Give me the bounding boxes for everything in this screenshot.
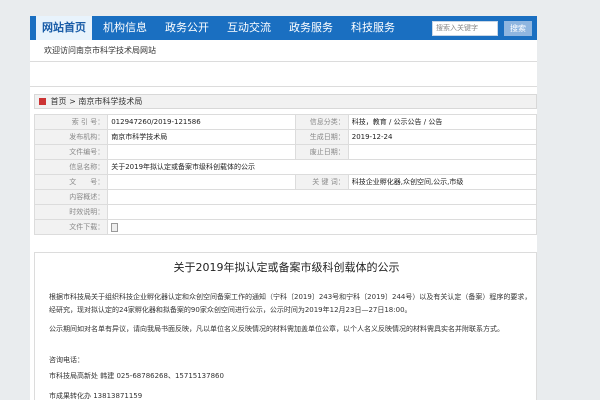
nav-tab-interaction[interactable]: 互动交流: [220, 16, 278, 40]
keywords-value: 科技企业孵化器,众创空间,公示,市级: [347, 174, 538, 190]
docno-label: 文件编号：: [33, 144, 109, 160]
table-row: 内容概述：: [33, 189, 537, 205]
breadcrumb: 首页 > 南京市科学技术局: [34, 94, 537, 109]
divider: [30, 61, 537, 62]
table-row: 发布机构： 南京市科学技术局 生成日期： 2019-12-24: [33, 129, 538, 145]
text-value: [107, 174, 297, 190]
contact-label: 咨询电话：: [49, 356, 84, 364]
main-nav: 网站首页 机构信息 政务公开 互动交流 政务服务 科技服务 搜索入关键字 搜索: [30, 16, 537, 40]
name-label: 信息名称：: [33, 159, 109, 175]
docno-value: [107, 144, 297, 160]
nav-tab-gov-services[interactable]: 政务服务: [282, 16, 340, 40]
validity-label: 时效说明：: [33, 204, 109, 220]
nav-tab-org-info[interactable]: 机构信息: [96, 16, 154, 40]
download-cell: [107, 219, 537, 235]
summary-value: [107, 189, 537, 205]
table-row: 文件编号： 废止日期：: [33, 144, 538, 160]
table-row: 文件下载：: [33, 219, 537, 235]
contact-line: 市成果转化办 13813871159: [49, 392, 143, 400]
category-value: 科技，教育 / 公示公告 / 公告: [347, 114, 538, 130]
article-body: 关于2019年拟认定或备案市级科创载体的公示 根据市科技局关于组织科技企业孵化器…: [34, 252, 537, 400]
name-value: 关于2019年拟认定或备案市级科创载体的公示: [107, 159, 537, 175]
search-input[interactable]: 搜索入关键字: [432, 21, 498, 36]
nav-tab-gov-affairs[interactable]: 政务公开: [158, 16, 216, 40]
document-info-table: 索 引 号： 012947260/2019-121586 信息分类： 科技，教育…: [33, 114, 538, 235]
article-paragraph: 公示期间如对名单有异议，请向我局书面反映，凡以单位名义反映情况的材料需加盖单位公…: [49, 325, 504, 333]
download-label: 文件下载：: [33, 219, 109, 235]
divider: [30, 86, 537, 87]
article-paragraph: 根据市科技局关于组织科技企业孵化器认定和众创空间备案工作的通知（宁科〔2019〕…: [49, 293, 532, 314]
nav-tab-home[interactable]: 网站首页: [36, 16, 92, 40]
page: 网站首页 机构信息 政务公开 互动交流 政务服务 科技服务 搜索入关键字 搜索 …: [30, 16, 538, 400]
welcome-text: 欢迎访问南京市科学技术局网站: [44, 46, 156, 55]
publisher-label: 发布机构：: [33, 129, 109, 145]
breadcrumb-current[interactable]: 南京市科学技术局: [78, 97, 142, 106]
keywords-label: 关 键 词：: [295, 174, 349, 190]
expire-value: [347, 144, 538, 160]
date-label: 生成日期：: [295, 129, 349, 145]
contact-line: 市科技局高新处 韩建 025-68786268、15715137860: [49, 372, 224, 380]
summary-label: 内容概述：: [33, 189, 109, 205]
category-label: 信息分类：: [295, 114, 349, 130]
home-icon: [39, 98, 46, 105]
table-row: 文 号： 关 键 词： 科技企业孵化器,众创空间,公示,市级: [33, 174, 538, 190]
validity-value: [107, 204, 537, 220]
breadcrumb-home-link[interactable]: 首页: [51, 97, 67, 106]
publisher-value: 南京市科学技术局: [107, 129, 297, 145]
table-row: 信息名称： 关于2019年拟认定或备案市级科创载体的公示: [33, 159, 537, 175]
index-label: 索 引 号：: [33, 114, 109, 130]
file-icon[interactable]: [111, 222, 119, 232]
index-value: 012947260/2019-121586: [107, 114, 297, 130]
table-row: 索 引 号： 012947260/2019-121586 信息分类： 科技，教育…: [33, 114, 538, 130]
nav-tab-tech-services[interactable]: 科技服务: [344, 16, 402, 40]
table-row: 时效说明：: [33, 204, 537, 220]
date-value: 2019-12-24: [347, 129, 538, 145]
breadcrumb-separator: >: [69, 97, 79, 106]
article-title: 关于2019年拟认定或备案市级科创载体的公示: [173, 261, 400, 274]
expire-label: 废止日期：: [295, 144, 349, 160]
search-button[interactable]: 搜索: [504, 21, 532, 36]
text-label: 文 号：: [33, 174, 109, 190]
